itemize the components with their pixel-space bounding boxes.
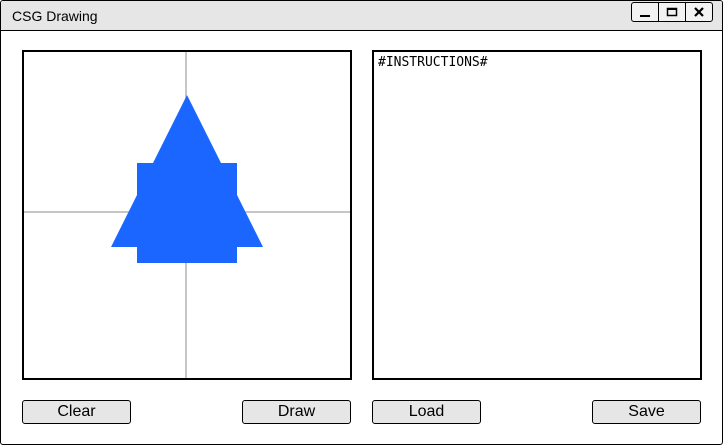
- instructions-textarea[interactable]: #INSTRUCTIONS#: [372, 50, 702, 380]
- canvas-drawing: [24, 52, 350, 378]
- maximize-icon: [666, 7, 678, 17]
- maximize-button[interactable]: [658, 3, 685, 21]
- minimize-button[interactable]: [632, 3, 658, 21]
- close-icon: [694, 7, 704, 17]
- clear-button[interactable]: Clear: [22, 400, 131, 424]
- minimize-icon: [640, 15, 650, 17]
- window-controls: [631, 2, 713, 22]
- title-bar[interactable]: CSG Drawing: [1, 1, 722, 31]
- app-window: CSG Drawing #INSTRUCTIONS# Clear Draw Lo…: [0, 0, 723, 445]
- save-button[interactable]: Save: [592, 400, 701, 424]
- draw-button[interactable]: Draw: [242, 400, 351, 424]
- rectangle-shape: [137, 163, 237, 263]
- load-button[interactable]: Load: [372, 400, 481, 424]
- drawing-canvas[interactable]: [22, 50, 352, 380]
- close-button[interactable]: [685, 3, 712, 21]
- window-title: CSG Drawing: [12, 8, 98, 24]
